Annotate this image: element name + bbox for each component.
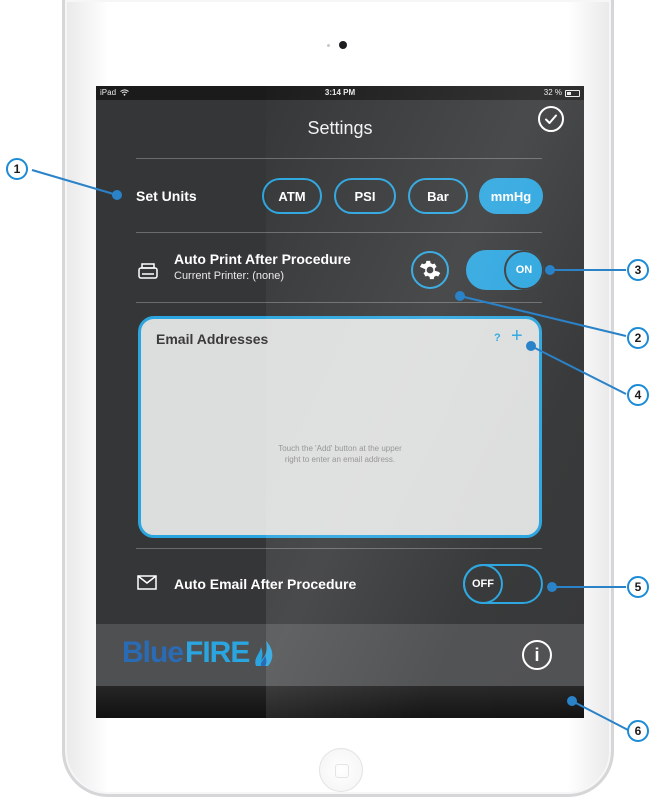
printer-settings-button[interactable] xyxy=(411,251,449,289)
callout-2: 2 xyxy=(627,327,649,349)
divider xyxy=(136,158,542,159)
divider xyxy=(136,548,542,549)
info-button[interactable]: i xyxy=(522,640,552,670)
callout-3: 3 xyxy=(627,259,649,281)
email-addresses-panel: Email Addresses ? + Touch the 'Add' butt… xyxy=(138,316,542,538)
bluefire-logo: Blue FIRE xyxy=(122,636,277,670)
sensor-dot xyxy=(327,44,330,47)
battery-icon xyxy=(565,89,580,97)
add-email-button[interactable]: + xyxy=(511,325,523,347)
status-time: 3:14 PM xyxy=(324,88,356,97)
callout-5: 5 xyxy=(627,576,649,598)
callout-1: 1 xyxy=(6,158,28,180)
unit-atm-button[interactable]: ATM xyxy=(262,178,322,214)
email-hint-line: right to enter an email address. xyxy=(284,455,396,464)
printer-icon xyxy=(138,263,158,279)
auto-print-label: Auto Print After Procedure xyxy=(174,251,351,267)
auto-print-toggle[interactable]: ON xyxy=(466,250,544,290)
home-button[interactable] xyxy=(319,748,363,792)
app-screen: iPad 3:14 PM 32 % Settings Set Units ATM… xyxy=(96,86,584,718)
footer-bar: Blue FIRE i xyxy=(96,624,584,686)
callout-6: 6 xyxy=(627,720,649,742)
page-title: Settings xyxy=(307,118,373,138)
battery-percent: 32 % xyxy=(543,88,562,97)
logo-text-blue: Blue xyxy=(122,636,184,669)
camera-icon xyxy=(339,41,347,49)
flame-icon xyxy=(255,641,273,666)
logo-text-fire: FIRE xyxy=(185,636,250,669)
done-button[interactable] xyxy=(538,106,564,132)
status-battery: 32 % xyxy=(544,86,580,100)
stage: iPad 3:14 PM 32 % Settings Set Units ATM… xyxy=(0,0,661,797)
unit-psi-button[interactable]: PSI xyxy=(334,178,396,214)
set-units-label: Set Units xyxy=(136,188,197,204)
auto-email-toggle-knob: OFF xyxy=(463,564,503,604)
callout-4: 4 xyxy=(627,384,649,406)
email-hint-text: Touch the 'Add' button at the upper righ… xyxy=(141,443,539,465)
current-printer-label: Current Printer: (none) xyxy=(174,270,285,282)
email-hint-line: Touch the 'Add' button at the upper xyxy=(278,444,402,453)
auto-email-toggle[interactable]: OFF xyxy=(463,564,543,604)
divider xyxy=(136,232,542,233)
status-bar: iPad 3:14 PM 32 % xyxy=(96,86,584,100)
email-addresses-title: Email Addresses xyxy=(156,331,269,347)
envelope-icon xyxy=(137,575,157,590)
auto-print-toggle-knob: ON xyxy=(504,250,544,290)
divider xyxy=(136,302,542,303)
auto-email-label: Auto Email After Procedure xyxy=(174,576,357,592)
bottom-strip xyxy=(96,686,584,718)
gear-icon xyxy=(419,260,441,280)
unit-bar-button[interactable]: Bar xyxy=(408,178,468,214)
email-help-button[interactable]: ? xyxy=(494,332,501,344)
checkmark-icon xyxy=(545,114,557,124)
unit-mmhg-button[interactable]: mmHg xyxy=(479,178,543,214)
